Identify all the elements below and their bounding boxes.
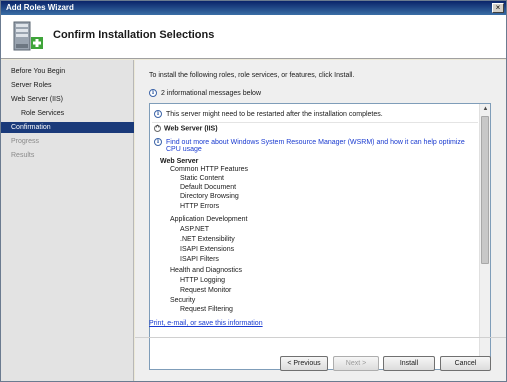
tree-group: Health and Diagnostics — [170, 267, 242, 274]
tree-item: Directory Browsing — [180, 193, 239, 200]
wsrm-link[interactable]: Find out more about Windows System Resou… — [166, 139, 465, 146]
next-button: Next > — [333, 356, 379, 371]
tree-item: ISAPI Filters — [180, 256, 219, 263]
tree-item: Request Filtering — [180, 306, 233, 313]
add-roles-wizard-window: Add Roles Wizard × Confirm Installation … — [0, 0, 507, 382]
nav-item-confirmation[interactable]: Confirmation — [1, 122, 134, 133]
collapse-icon[interactable]: ^ — [154, 125, 161, 132]
nav-item-role-services[interactable]: Role Services — [1, 108, 134, 119]
tree-group: Security — [170, 297, 196, 304]
wizard-header: Confirm Installation Selections — [1, 15, 506, 59]
tree-group: Application Development — [170, 216, 248, 223]
info-icon: i — [149, 89, 157, 97]
window-title: Add Roles Wizard — [6, 3, 74, 12]
scroll-thumb[interactable] — [481, 116, 489, 264]
wsrm-info: i Find out more about Windows System Reso… — [154, 138, 465, 146]
wsrm-link-continued[interactable]: CPU usage — [166, 146, 202, 153]
install-button[interactable]: Install — [383, 356, 435, 371]
button-separator — [135, 337, 506, 338]
tree-item: ASP.NET — [180, 226, 210, 233]
main-panel: To install the following roles, role ser… — [135, 60, 506, 381]
scroll-up-icon[interactable]: ▲ — [480, 104, 490, 115]
section-title: Web Server (IIS) — [164, 125, 218, 133]
tree-item: Default Document — [180, 184, 237, 191]
messages-count: i 2 informational messages below — [149, 89, 261, 97]
tree-item: Static Content — [180, 175, 224, 182]
wizard-steps-sidebar: Before You Begin Server Roles Web Server… — [1, 60, 134, 381]
info-icon: i — [154, 138, 162, 146]
tree-item: Request Monitor — [180, 287, 232, 294]
close-button[interactable]: × — [492, 3, 504, 13]
tree-item: ISAPI Extensions — [180, 246, 235, 253]
title-bar: Add Roles Wizard × — [1, 1, 506, 15]
server-install-icon — [13, 21, 43, 51]
intro-text: To install the following roles, role ser… — [149, 72, 355, 79]
tree-group: Common HTTP Features — [170, 166, 249, 173]
nav-item-results: Results — [11, 152, 35, 159]
divider — [152, 122, 478, 123]
nav-item-server-roles[interactable]: Server Roles — [1, 80, 134, 91]
tree-root: Web Server — [160, 158, 199, 165]
tree-item: HTTP Errors — [180, 203, 220, 210]
nav-item-web-server-iis[interactable]: Web Server (IIS) — [1, 94, 134, 105]
tree-item: HTTP Logging — [180, 277, 226, 284]
page-title: Confirm Installation Selections — [53, 29, 215, 41]
nav-item-before-you-begin[interactable]: Before You Begin — [1, 66, 134, 77]
previous-button[interactable]: < Previous — [280, 356, 328, 371]
restart-warning: i This server might need to be restarted … — [154, 110, 383, 118]
selections-list[interactable]: i This server might need to be restarted … — [149, 103, 491, 370]
info-icon: i — [154, 110, 162, 118]
cancel-button[interactable]: Cancel — [440, 356, 491, 371]
print-email-save-link[interactable]: Print, e-mail, or save this information — [149, 320, 263, 327]
tree-item: .NET Extensibility — [180, 236, 235, 243]
nav-item-progress: Progress — [11, 138, 40, 145]
messages-count-text: 2 informational messages below — [161, 89, 261, 97]
vertical-scrollbar[interactable]: ▲ ▼ — [479, 104, 490, 369]
section-header-web-server-iis[interactable]: ^ Web Server (IIS) — [154, 125, 218, 132]
restart-warning-text: This server might need to be restarted a… — [166, 110, 383, 118]
